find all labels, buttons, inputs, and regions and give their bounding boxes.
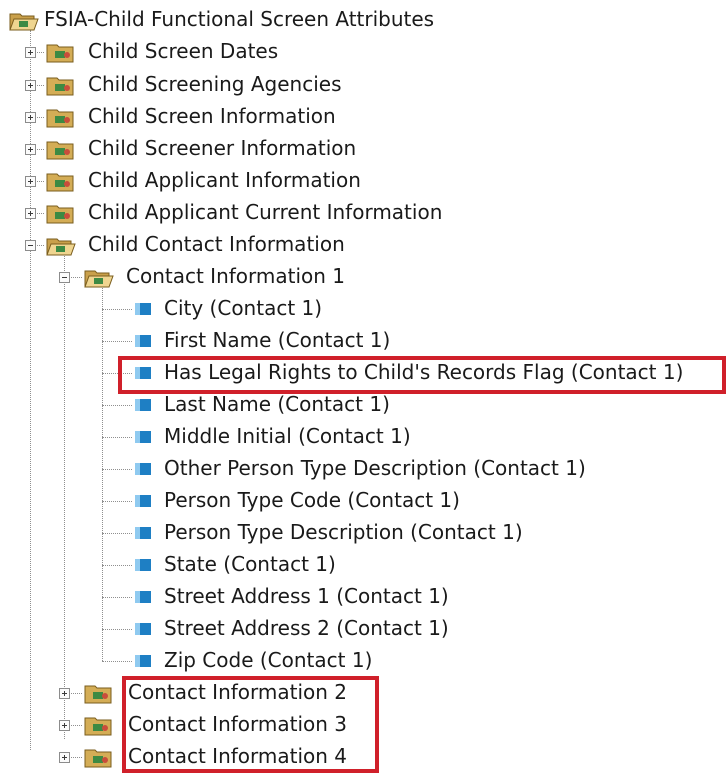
field-icon bbox=[135, 655, 151, 667]
tree-item-label: Child Applicant Current Information bbox=[88, 200, 443, 224]
field-label: Last Name (Contact 1) bbox=[164, 392, 390, 416]
folder-icon bbox=[46, 44, 74, 63]
tree-root-label: FSIA-Child Functional Screen Attributes bbox=[44, 7, 435, 31]
tree-connector bbox=[102, 597, 132, 598]
expand-icon[interactable] bbox=[25, 176, 36, 187]
field-item-middle-initial[interactable]: Middle Initial (Contact 1) bbox=[0, 421, 728, 453]
open-folder-icon bbox=[84, 270, 114, 288]
field-item-zip-code[interactable]: Zip Code (Contact 1) bbox=[0, 645, 728, 677]
field-icon bbox=[135, 399, 151, 411]
field-label: Zip Code (Contact 1) bbox=[164, 648, 373, 672]
open-folder-icon bbox=[46, 238, 76, 256]
tree-item-label: Child Screen Dates bbox=[88, 39, 279, 63]
tree-connector bbox=[102, 469, 132, 470]
tree-item-child-applicant-current-information[interactable]: Child Applicant Current Information bbox=[0, 197, 728, 229]
folder-icon bbox=[84, 717, 112, 736]
tree-item-label: Child Screener Information bbox=[88, 136, 357, 160]
field-label: State (Contact 1) bbox=[164, 552, 336, 576]
tree-connector bbox=[102, 661, 132, 662]
field-icon bbox=[135, 495, 151, 507]
expand-icon[interactable] bbox=[59, 720, 70, 731]
tree-item-child-screen-information[interactable]: Child Screen Information bbox=[0, 101, 728, 133]
field-icon bbox=[135, 527, 151, 539]
tree-connector bbox=[102, 629, 132, 630]
folder-icon bbox=[46, 141, 74, 160]
field-label: City (Contact 1) bbox=[164, 296, 323, 320]
field-icon bbox=[135, 431, 151, 443]
expand-icon[interactable] bbox=[25, 80, 36, 91]
field-label: Person Type Description (Contact 1) bbox=[164, 520, 523, 544]
field-icon bbox=[135, 559, 151, 571]
field-item-city[interactable]: City (Contact 1) bbox=[0, 293, 728, 325]
tree-connector bbox=[102, 405, 132, 406]
tree-item-child-screening-agencies[interactable]: Child Screening Agencies bbox=[0, 69, 728, 101]
field-icon bbox=[135, 623, 151, 635]
field-label: Street Address 2 (Contact 1) bbox=[164, 616, 449, 640]
field-icon bbox=[135, 335, 151, 347]
tree-item-label: Child Screen Information bbox=[88, 104, 336, 128]
folder-icon bbox=[46, 173, 74, 192]
tree-item-label: Child Contact Information bbox=[88, 232, 345, 256]
tree-connector bbox=[102, 501, 132, 502]
expand-icon[interactable] bbox=[25, 47, 36, 58]
field-label: First Name (Contact 1) bbox=[164, 328, 391, 352]
expand-icon[interactable] bbox=[59, 688, 70, 699]
field-item-state[interactable]: State (Contact 1) bbox=[0, 549, 728, 581]
field-icon bbox=[135, 303, 151, 315]
folder-icon bbox=[46, 205, 74, 224]
field-item-other-person-type-description[interactable]: Other Person Type Description (Contact 1… bbox=[0, 453, 728, 485]
tree-item-label: Child Screening Agencies bbox=[88, 72, 342, 96]
tree-item-contact-information-1[interactable]: Contact Information 1 bbox=[0, 261, 728, 293]
field-item-street-address-2[interactable]: Street Address 2 (Contact 1) bbox=[0, 613, 728, 645]
tree-item-label: Child Applicant Information bbox=[88, 168, 361, 192]
tree-item-label: Contact Information 1 bbox=[126, 264, 346, 288]
field-item-street-address-1[interactable]: Street Address 1 (Contact 1) bbox=[0, 581, 728, 613]
collapse-icon[interactable] bbox=[25, 240, 36, 251]
field-item-person-type-code[interactable]: Person Type Code (Contact 1) bbox=[0, 485, 728, 517]
collapse-icon[interactable] bbox=[59, 272, 70, 283]
field-label: Middle Initial (Contact 1) bbox=[164, 424, 411, 448]
tree-item-child-applicant-information[interactable]: Child Applicant Information bbox=[0, 165, 728, 197]
field-item-person-type-description[interactable]: Person Type Description (Contact 1) bbox=[0, 517, 728, 549]
tree-item-child-contact-information[interactable]: Child Contact Information bbox=[0, 229, 728, 261]
field-item-first-name[interactable]: First Name (Contact 1) bbox=[0, 325, 728, 357]
folder-icon bbox=[84, 749, 112, 768]
highlight-box-legal-rights bbox=[118, 356, 726, 394]
expand-icon[interactable] bbox=[25, 112, 36, 123]
field-label: Other Person Type Description (Contact 1… bbox=[164, 456, 586, 480]
open-folder-icon bbox=[9, 13, 39, 31]
tree-connector bbox=[102, 533, 132, 534]
folder-icon bbox=[84, 685, 112, 704]
tree-connector bbox=[102, 437, 132, 438]
tree-item-child-screen-dates[interactable]: Child Screen Dates bbox=[0, 36, 728, 68]
field-icon bbox=[135, 463, 151, 475]
expand-icon[interactable] bbox=[25, 144, 36, 155]
folder-icon bbox=[46, 77, 74, 96]
folder-icon bbox=[46, 109, 74, 128]
tree-root[interactable]: FSIA-Child Functional Screen Attributes bbox=[0, 4, 728, 36]
expand-icon[interactable] bbox=[25, 208, 36, 219]
tree-item-child-screener-information[interactable]: Child Screener Information bbox=[0, 133, 728, 165]
expand-icon[interactable] bbox=[59, 752, 70, 763]
highlight-box-other-contacts bbox=[122, 676, 379, 773]
tree-connector bbox=[102, 341, 132, 342]
field-icon bbox=[135, 591, 151, 603]
field-label: Street Address 1 (Contact 1) bbox=[164, 584, 449, 608]
tree-connector bbox=[102, 565, 132, 566]
field-label: Person Type Code (Contact 1) bbox=[164, 488, 460, 512]
tree-connector bbox=[102, 309, 132, 310]
